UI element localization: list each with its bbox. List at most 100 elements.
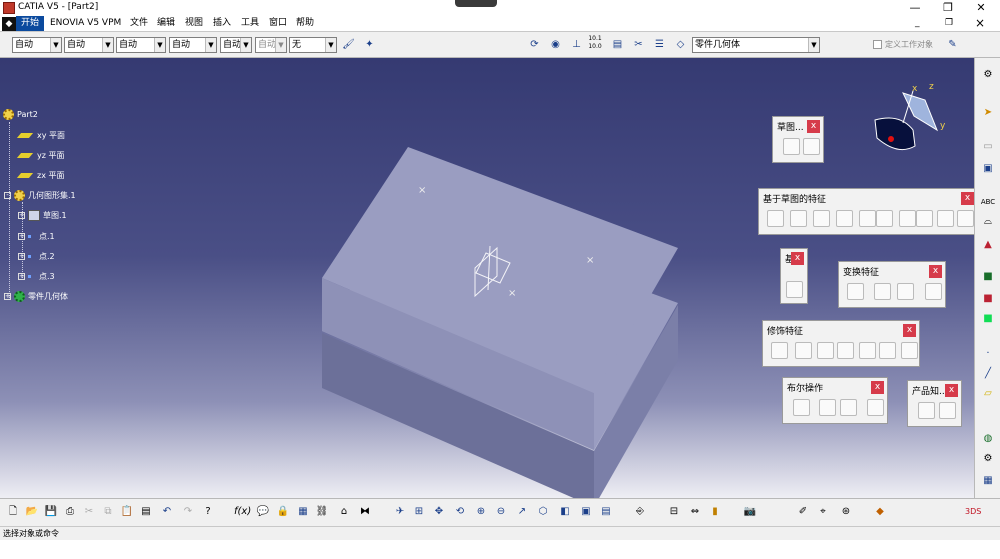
doc-close-button[interactable]: × [975, 16, 985, 31]
menu-edit[interactable]: 编辑 [157, 16, 175, 31]
line-tool-icon[interactable]: ╱ [979, 365, 997, 383]
zoom-out-icon[interactable]: ⊖ [493, 504, 509, 520]
reference-icon[interactable]: ▲ [979, 236, 997, 254]
print-icon[interactable]: ⎙ [62, 504, 78, 520]
catalog-icon[interactable]: ⚙ [979, 450, 997, 468]
pocket-icon[interactable] [790, 210, 807, 227]
3d-viewport[interactable]: × × × x z y Part2 xy 平面 yz 平面 zx 平面 - 几何图… [0, 58, 978, 559]
undo-icon[interactable]: ↶ [159, 504, 175, 520]
iso-view-icon[interactable]: ⬡ [535, 504, 551, 520]
open-file-icon[interactable]: 📂 [24, 504, 40, 520]
tree-point-2[interactable]: + 点.2 [18, 251, 55, 262]
material-icon[interactable]: ■ [979, 290, 997, 308]
close-button[interactable]: ✕ [966, 0, 996, 16]
settings-gear-icon[interactable]: ⚙ [979, 66, 997, 84]
multi-section-icon[interactable] [937, 210, 954, 227]
axis-system-icon[interactable]: ⊥ [568, 36, 585, 53]
close-icon[interactable]: x [807, 120, 820, 133]
close-icon[interactable]: x [791, 252, 804, 265]
product-knowledge-palette[interactable]: 产品知... x [907, 380, 962, 427]
point-dot-icon[interactable]: · [979, 345, 997, 363]
tree-plane-zx[interactable]: zx 平面 [16, 170, 64, 181]
close-icon[interactable]: x [929, 265, 942, 278]
paste-special-icon[interactable]: ▤ [138, 504, 154, 520]
tree-sketch[interactable]: + 草图.1 [18, 210, 67, 221]
sketch-based-features-palette[interactable]: 基于草图的特征 x [758, 188, 978, 235]
body-icon[interactable]: ◇ [672, 36, 689, 53]
dress-up-palette[interactable]: 修饰特征 x [762, 320, 920, 367]
close-icon[interactable]: x [871, 381, 884, 394]
remove-face-icon[interactable] [901, 342, 918, 359]
thread-icon[interactable] [879, 342, 896, 359]
thickness-icon[interactable] [859, 342, 876, 359]
fly-mode-icon[interactable]: ✈ [392, 504, 408, 520]
tree-plane-xy[interactable]: xy 平面 [16, 130, 65, 141]
catia-logo-icon[interactable]: ◆ [2, 17, 16, 31]
measure-item-icon[interactable]: ▮ [707, 504, 723, 520]
graphic-properties-icon[interactable]: ✦ [361, 36, 378, 53]
edge-fillet-icon[interactable] [771, 342, 788, 359]
view-mode-icon[interactable]: ◧ [557, 504, 573, 520]
layer-combo[interactable]: 无 ▼ [289, 37, 337, 53]
select-arrow-icon[interactable]: ➤ [979, 104, 997, 122]
remove-section-icon[interactable] [957, 210, 974, 227]
intersect-icon[interactable] [867, 399, 884, 416]
expand-icon[interactable]: + [18, 253, 25, 260]
whats-this-icon[interactable]: ? [200, 504, 216, 520]
curvature-icon[interactable]: ⊛ [838, 504, 854, 520]
thick-surface-icon[interactable] [786, 281, 803, 298]
remove-icon[interactable] [840, 399, 857, 416]
expand-icon[interactable]: + [18, 233, 25, 240]
pattern-icon[interactable] [897, 283, 914, 300]
menu-window[interactable]: 窗口 [269, 16, 287, 31]
analysis-icon[interactable]: ✂ [630, 36, 647, 53]
custom-workobject-checkbox[interactable] [873, 40, 882, 49]
minimize-button[interactable]: — [900, 0, 930, 16]
normal-view-icon[interactable]: ↗ [514, 504, 530, 520]
expand-icon[interactable]: + [18, 273, 25, 280]
menu-insert[interactable]: 插入 [213, 16, 231, 31]
save-icon[interactable]: 💾 [43, 504, 59, 520]
menu-enovia[interactable]: ENOVIA V5 VPM [50, 16, 121, 31]
tree-root[interactable]: Part2 [3, 109, 38, 120]
hole-icon[interactable] [859, 210, 876, 227]
menu-view[interactable]: 视图 [185, 16, 203, 31]
pan-icon[interactable]: ✥ [431, 504, 447, 520]
tree-body[interactable]: + 零件几何体 [4, 291, 68, 302]
transformation-palette[interactable]: 变换特征 x [838, 261, 946, 308]
menu-file[interactable]: 文件 [130, 16, 148, 31]
format-painter-icon[interactable]: 🖌 [340, 36, 357, 53]
menu-tools[interactable]: 工具 [241, 16, 259, 31]
tree-plane-yz[interactable]: yz 平面 [16, 150, 64, 161]
add-icon[interactable] [819, 399, 836, 416]
scaling-icon[interactable] [925, 283, 942, 300]
constraint-display-icon[interactable]: ◉ [547, 36, 564, 53]
paste-icon[interactable]: 📋 [119, 504, 135, 520]
body-selector-combo[interactable]: 零件几何体 ▼ [692, 37, 820, 53]
menu-start[interactable]: 开始 [16, 16, 45, 31]
boolean-palette[interactable]: 布尔操作 x [782, 377, 888, 424]
view-icon[interactable]: ▣ [979, 160, 997, 178]
point-symbol-combo[interactable]: 自动 ▼ [220, 37, 252, 53]
close-icon[interactable]: x [903, 324, 916, 337]
sketch-icon[interactable] [783, 138, 800, 155]
catalog-browser-icon[interactable]: ◆ [872, 504, 888, 520]
new-file-icon[interactable]: 🗋 [5, 504, 21, 520]
copy-icon[interactable]: ⧉ [100, 504, 116, 520]
hide-show-icon[interactable]: ▣ [578, 504, 594, 520]
box-icon[interactable]: ■ [979, 268, 997, 286]
sketch-analysis-icon[interactable]: ✐ [795, 504, 811, 520]
camera-icon[interactable]: 📷 [742, 504, 758, 520]
mirror-icon[interactable] [874, 283, 891, 300]
tree-point-1[interactable]: + 点.1 [18, 231, 55, 242]
fit-all-icon[interactable]: ⊞ [411, 504, 427, 520]
link-icon[interactable]: ⛓ [314, 504, 330, 520]
assemble-icon[interactable] [793, 399, 810, 416]
tree-point-3[interactable]: + 点.3 [18, 271, 55, 282]
section-icon[interactable]: ⊟ [666, 504, 682, 520]
cut-icon[interactable]: ✂ [81, 504, 97, 520]
positioned-sketch-icon[interactable] [803, 138, 820, 155]
sketcher-palette[interactable]: 草图... x [772, 116, 824, 163]
tree-geoset[interactable]: - 几何图形集.1 [4, 190, 76, 201]
workbench-icon[interactable]: ▦ [979, 472, 997, 490]
